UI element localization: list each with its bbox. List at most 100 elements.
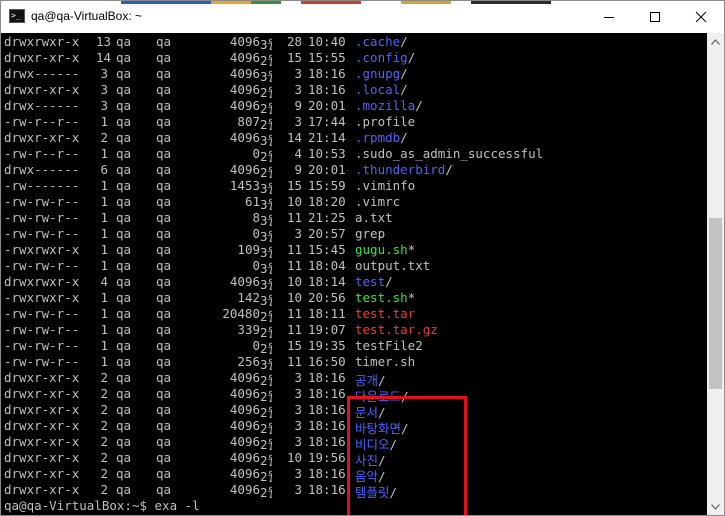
window-title: qa@qa-VirtualBox: ~: [31, 9, 143, 23]
file-name: test.tar: [355, 306, 416, 321]
terminal-output[interactable]: drwxrwxr-x13qaqa40963월2810:40.cache/drwx…: [1, 33, 707, 515]
cell-group: qa: [156, 450, 172, 465]
title-strip: [301, 1, 361, 4]
cell-day: 11: [286, 354, 302, 369]
cell-day: 11: [286, 322, 302, 337]
cell-name: timer.sh: [355, 354, 415, 369]
cell-perm: drwx------: [4, 66, 80, 81]
cell-links: 14: [96, 50, 112, 65]
file-name: .mozilla: [355, 98, 416, 113]
cell-name: test.sh*: [355, 290, 415, 305]
cell-links: 1: [100, 210, 108, 225]
cell-group: qa: [156, 178, 172, 193]
cell-links: 4: [100, 274, 108, 289]
cell-perm: -rw-rw-r--: [4, 194, 80, 209]
cell-size: 0: [252, 338, 260, 353]
cell-name: grep: [355, 226, 385, 241]
cell-name: .cache/: [355, 34, 408, 49]
cell-size: 807: [237, 114, 260, 129]
cell-perm: drwxr-xr-x: [4, 370, 80, 385]
cell-user: qa: [116, 434, 132, 449]
file-name: .rpmdb: [355, 130, 401, 145]
cell-day: 3: [294, 418, 302, 433]
file-name: .cache: [355, 34, 401, 49]
cell-perm: -rw-rw-r--: [4, 226, 80, 241]
cell-links: 1: [100, 178, 108, 193]
cell-links: 1: [100, 194, 108, 209]
file-name: test: [355, 274, 386, 289]
title-strip: [121, 1, 211, 4]
cell-user: qa: [116, 402, 132, 417]
file-name: test.sh: [355, 290, 408, 305]
cell-links: 3: [100, 98, 108, 113]
cell-user: qa: [116, 338, 132, 353]
cell-size: 4096: [229, 370, 260, 385]
cell-time: 15:45: [308, 242, 346, 257]
cell-perm: -rw-r--r--: [4, 114, 80, 129]
vertical-scrollbar[interactable]: [707, 33, 724, 515]
cell-size: 256: [237, 354, 260, 369]
file-name: .local: [355, 82, 401, 97]
cell-name: .local/: [355, 82, 408, 97]
cell-group: qa: [156, 162, 172, 177]
cell-day: 4: [294, 146, 302, 161]
cell-links: 2: [100, 370, 108, 385]
cell-day: 11: [286, 210, 302, 225]
cell-group: qa: [156, 434, 172, 449]
cell-user: qa: [116, 450, 132, 465]
cell-perm: drwxr-xr-x: [4, 130, 80, 145]
file-suffix: /: [400, 34, 408, 49]
cell-user: qa: [116, 178, 132, 193]
cell-time: 10:53: [308, 146, 346, 161]
cell-time: 18:16: [308, 402, 346, 417]
minimize-button[interactable]: [586, 1, 632, 33]
cell-day: 15: [286, 178, 302, 193]
cell-user: qa: [116, 210, 132, 225]
cell-name: .gnupg/: [355, 66, 408, 81]
cell-group: qa: [156, 130, 172, 145]
cell-time: 19:56: [308, 450, 346, 465]
cell-group: qa: [156, 98, 172, 113]
title-bar[interactable]: >_ qa@qa-VirtualBox: ~: [1, 1, 724, 33]
title-strip: [401, 1, 451, 4]
cell-name: .mozilla/: [355, 98, 423, 113]
scroll-up-button[interactable]: [707, 33, 724, 50]
file-suffix: *: [407, 290, 416, 305]
cell-links: 3: [100, 66, 108, 81]
scroll-down-button[interactable]: [707, 498, 724, 515]
cell-group: qa: [156, 82, 172, 97]
cell-group: qa: [156, 258, 172, 273]
maximize-button[interactable]: [632, 1, 678, 33]
cell-size: 61: [244, 194, 260, 209]
cell-time: 18:16: [308, 466, 346, 481]
cell-size: 4096: [229, 386, 260, 401]
cell-links: 13: [96, 34, 112, 49]
cell-size: 20480: [222, 306, 260, 321]
cell-size: 4096: [229, 162, 260, 177]
cell-group: qa: [156, 418, 172, 433]
cell-links: 1: [100, 290, 108, 305]
cell-user: qa: [116, 418, 132, 433]
close-button[interactable]: [678, 1, 724, 33]
cell-perm: -rw-------: [4, 178, 80, 193]
cell-day: 3: [294, 370, 302, 385]
cell-size: 4096: [229, 34, 260, 49]
cell-user: qa: [116, 274, 132, 289]
cell-links: 1: [100, 146, 108, 161]
scroll-up-icon: [711, 38, 720, 45]
scroll-thumb[interactable]: [709, 218, 722, 389]
cell-day: 10: [286, 290, 302, 305]
cell-user: qa: [116, 290, 132, 305]
cell-links: 1: [100, 322, 108, 337]
file-name: .profile: [355, 114, 416, 129]
cell-day: 10: [286, 194, 302, 209]
cell-size: 4096: [229, 482, 260, 497]
scroll-down-icon: [711, 503, 720, 510]
cell-perm: drwxr-xr-x: [4, 434, 80, 449]
cell-user: qa: [116, 226, 132, 241]
cell-links: 2: [100, 434, 108, 449]
cell-links: 1: [100, 226, 108, 241]
cell-links: 2: [100, 130, 108, 145]
cell-time: 20:01: [308, 98, 346, 113]
cell-day: 10: [286, 274, 302, 289]
